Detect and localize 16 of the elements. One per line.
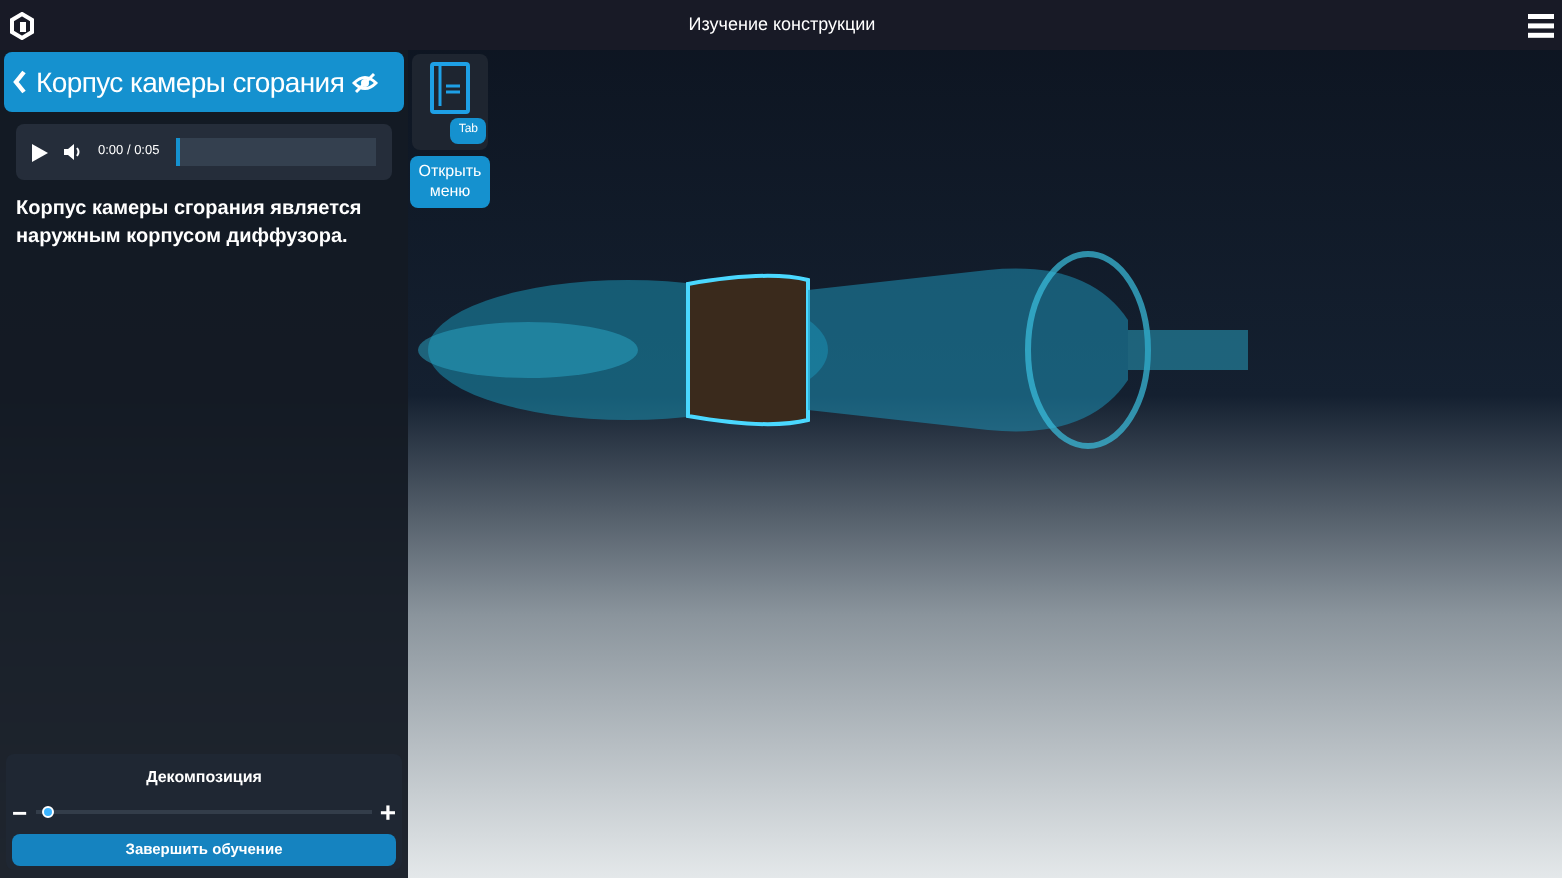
- plus-button[interactable]: +: [379, 798, 396, 826]
- logo-icon: [8, 11, 36, 39]
- menu-icon[interactable]: [1527, 13, 1554, 37]
- audio-progress-track[interactable]: [175, 138, 376, 166]
- minus-button[interactable]: −: [12, 799, 28, 825]
- back-icon[interactable]: [12, 70, 28, 94]
- panel-title: Корпус камеры сгорания: [36, 63, 345, 102]
- description-text: Корпус камеры сгорания является наружным корпусом диффузора.: [16, 196, 364, 252]
- play-icon[interactable]: [32, 143, 48, 161]
- open-menu-button[interactable]: Открыть меню: [410, 156, 490, 208]
- window-title: Изучение конструкции: [688, 11, 876, 38]
- decomposition-title: Декомпозиция: [144, 766, 264, 790]
- volume-icon[interactable]: [64, 144, 82, 160]
- book-icon[interactable]: [430, 62, 470, 114]
- decomposition-slider-thumb[interactable]: [41, 806, 54, 818]
- hidden-eye-icon[interactable]: [352, 71, 379, 93]
